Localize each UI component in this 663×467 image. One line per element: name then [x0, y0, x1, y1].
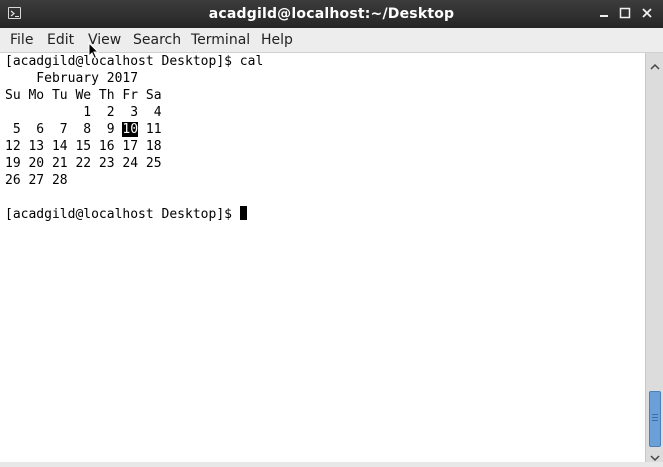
- title-bar: acadgild@localhost:~/Desktop: [0, 0, 663, 28]
- scroll-down-icon[interactable]: [649, 448, 661, 462]
- maximize-icon[interactable]: [618, 6, 632, 20]
- menu-file[interactable]: File: [10, 32, 33, 48]
- menu-search[interactable]: Search: [133, 32, 181, 48]
- minimize-icon[interactable]: [597, 6, 611, 20]
- vertical-scrollbar[interactable]: [645, 53, 663, 462]
- terminal-output[interactable]: [acadgild@localhost Desktop]$ cal Februa…: [0, 53, 645, 462]
- calendar-header: February 2017: [5, 71, 139, 86]
- scroll-thumb[interactable]: [649, 391, 661, 447]
- scroll-up-icon[interactable]: [649, 57, 661, 70]
- text-cursor: [239, 206, 247, 220]
- shell-prompt: [acadgild@localhost Desktop]$: [5, 207, 240, 222]
- mouse-pointer-icon: [88, 41, 100, 64]
- calendar-weekdays: Su Mo Tu We Th Fr Sa: [5, 88, 162, 103]
- calendar-week-2-end: 11: [138, 122, 162, 137]
- calendar-today: 10: [122, 122, 139, 137]
- menu-help[interactable]: Help: [261, 32, 293, 48]
- calendar-week-4: 19 20 21 22 23 24 25: [5, 156, 162, 171]
- command-line: [acadgild@localhost Desktop]$ cal: [5, 54, 264, 69]
- calendar-week-2-start: 5 6 7 8 9: [5, 122, 123, 137]
- menu-terminal[interactable]: Terminal: [191, 32, 250, 48]
- calendar-week-3: 12 13 14 15 16 17 18: [5, 139, 162, 154]
- prompt-line: [acadgild@localhost Desktop]$: [5, 206, 247, 223]
- calendar-week-1: 1 2 3 4: [5, 105, 162, 120]
- close-icon[interactable]: [640, 6, 654, 20]
- calendar-week-2: 5 6 7 8 9 10 11: [5, 121, 162, 138]
- window-title: acadgild@localhost:~/Desktop: [208, 6, 455, 22]
- menu-edit[interactable]: Edit: [47, 32, 74, 48]
- calendar-week-5: 26 27 28: [5, 173, 68, 188]
